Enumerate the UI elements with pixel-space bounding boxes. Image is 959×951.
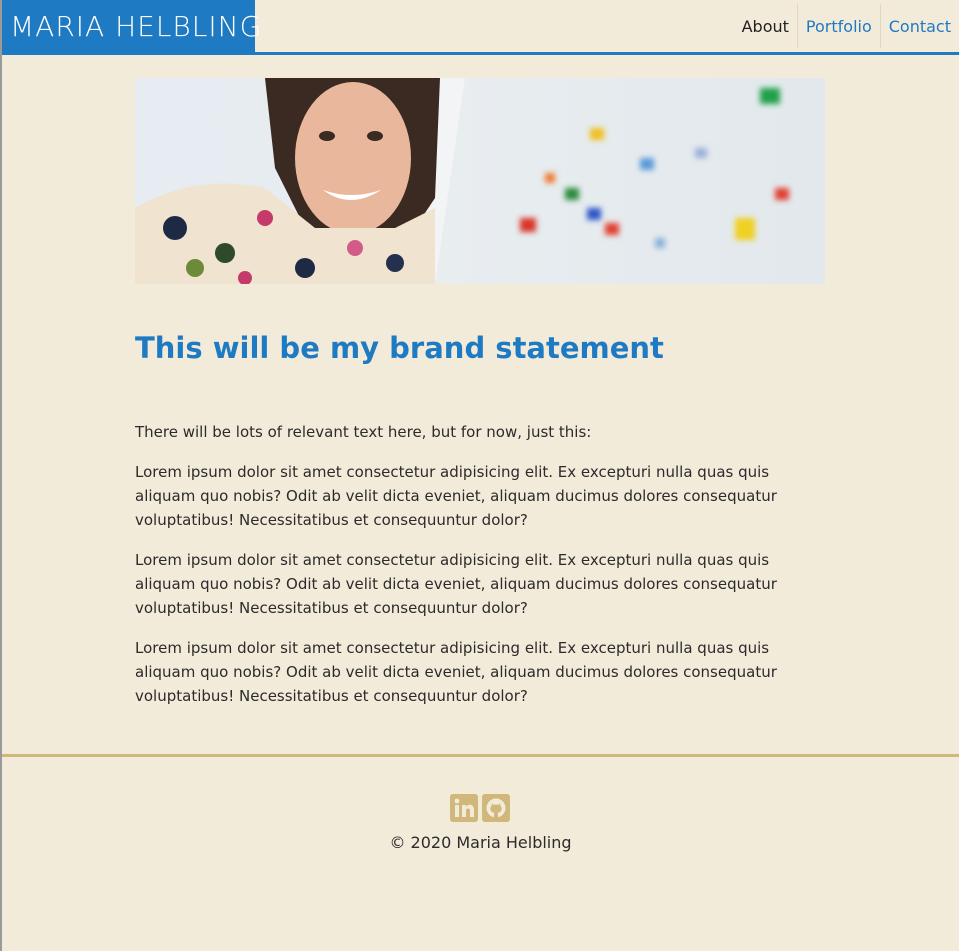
main-content: This will be my brand statement There wi…: [135, 330, 825, 708]
nav-about-link[interactable]: About: [734, 4, 797, 48]
nav-portfolio-link[interactable]: Portfolio: [796, 4, 880, 48]
social-links: [450, 794, 510, 822]
copyright-text: © 2020 Maria Helbling: [389, 833, 572, 852]
site-footer: © 2020 Maria Helbling: [2, 754, 959, 951]
site-logo[interactable]: MARIA HELBLING: [2, 0, 261, 52]
github-icon[interactable]: [482, 794, 510, 822]
paragraph: Lorem ipsum dolor sit amet consectetur a…: [135, 550, 777, 617]
hero-photo-icon: [135, 78, 825, 284]
main-nav: About Portfolio Contact: [734, 0, 959, 52]
linkedin-icon[interactable]: [450, 794, 478, 822]
intro-text: There will be lots of relevant text here…: [135, 422, 592, 441]
nav-contact-link[interactable]: Contact: [879, 4, 959, 48]
paragraph: Lorem ipsum dolor sit amet consectetur a…: [135, 462, 777, 529]
page-title: This will be my brand statement: [135, 331, 664, 365]
site-header: MARIA HELBLING About Portfolio Contact: [2, 0, 959, 55]
paragraph: Lorem ipsum dolor sit amet consectetur a…: [135, 638, 777, 705]
hero-image: [135, 78, 825, 284]
